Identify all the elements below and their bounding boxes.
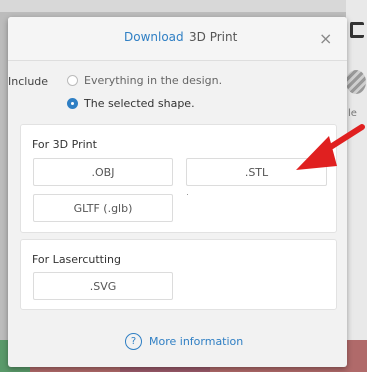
background-shape-icon — [346, 70, 366, 94]
svg-button[interactable]: .SVG — [33, 272, 173, 300]
more-information-label[interactable]: More information — [149, 335, 243, 348]
tab-download[interactable]: Download — [124, 30, 184, 44]
background-side-panel: le — [346, 0, 367, 372]
export-dialog: Download 3D Print × Include Everything i… — [8, 17, 347, 367]
close-icon[interactable]: × — [319, 29, 332, 48]
background-label-fragment: le — [348, 108, 357, 119]
tab-3d-print[interactable]: 3D Print — [189, 30, 237, 44]
radio-selected-shape-label: The selected shape. — [84, 97, 195, 110]
background-toolbar — [0, 0, 367, 12]
radio-everything[interactable]: Everything in the design. — [67, 74, 222, 87]
section-lasercutting-title: For Lasercutting — [32, 253, 121, 266]
radio-unchecked-icon[interactable] — [67, 75, 78, 86]
obj-button[interactable]: .OBJ — [33, 158, 173, 186]
background-panel-icon — [350, 22, 364, 38]
dialog-header: Download 3D Print × — [8, 17, 347, 61]
radio-everything-label: Everything in the design. — [84, 74, 223, 87]
speck — [187, 194, 188, 195]
include-label: Include — [8, 75, 49, 88]
radio-selected-shape[interactable]: The selected shape. — [67, 97, 195, 110]
gltf-button[interactable]: GLTF (.glb) — [33, 194, 173, 222]
radio-checked-icon[interactable] — [67, 98, 78, 109]
section-3d-print: For 3D Print .OBJ .STL GLTF (.glb) — [20, 124, 337, 233]
stl-button[interactable]: .STL — [186, 158, 327, 186]
section-lasercutting: For Lasercutting .SVG — [20, 239, 337, 310]
more-information-link[interactable]: ? More information — [125, 333, 243, 350]
question-circle-icon[interactable]: ? — [125, 333, 142, 350]
section-3d-print-title: For 3D Print — [32, 138, 97, 151]
